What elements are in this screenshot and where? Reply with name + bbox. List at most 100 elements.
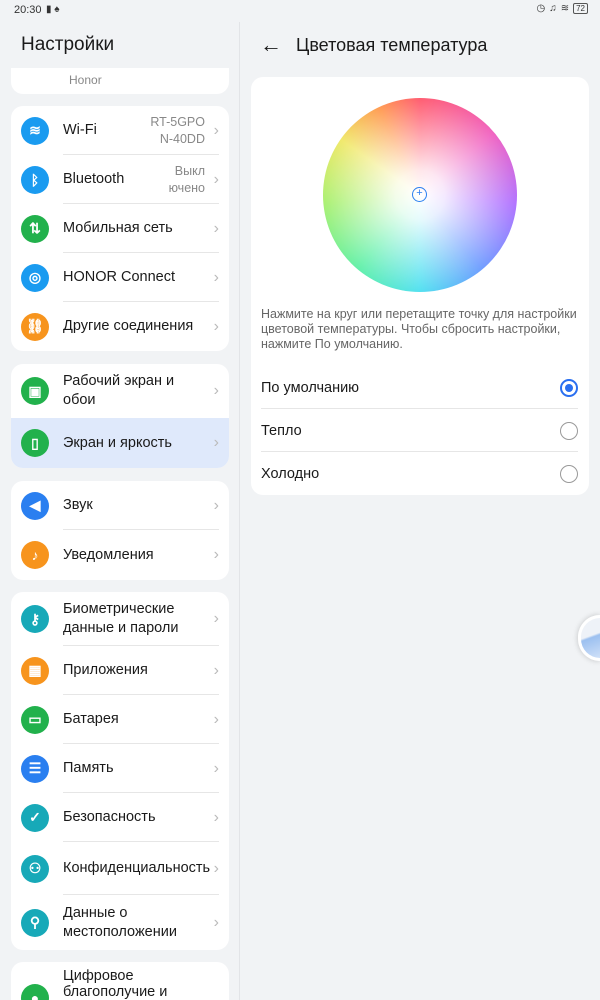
sidebar-item-label: Конфиденциальность — [63, 860, 211, 876]
sidebar-item-apps[interactable]: ▦ Приложения › — [11, 646, 229, 695]
option-1[interactable]: Тепло — [261, 409, 578, 452]
data-saver-icon: ◷ — [536, 3, 546, 14]
chevron-right-icon: › — [213, 661, 219, 679]
floating-assistant-button[interactable] — [578, 615, 600, 661]
wifi-icon: ≋ — [560, 3, 570, 14]
privacy-icon: ⚇ — [21, 854, 49, 883]
chevron-right-icon: › — [213, 808, 219, 826]
settings-group: ▣ Рабочий экран и обои › ▯ Экран и яркость › — [11, 364, 229, 468]
sidebar-item-label: Уведомления — [63, 546, 154, 563]
sidebar-item-label: Данные о местоположении — [63, 904, 177, 940]
sidebar-item-biometrics[interactable]: ⚷ Биометрические данные и пароли › — [11, 592, 229, 646]
color-picker-handle[interactable]: + — [412, 187, 427, 202]
sidebar-item-label: HONOR Connect — [63, 269, 176, 285]
sidebar-item-wifi[interactable]: ≋ Wi-Fi RT-5GPO N-40DD › — [11, 106, 229, 155]
shield-icon: ✓ — [21, 803, 49, 832]
color-wheel[interactable]: + — [323, 98, 517, 292]
mobile-network-icon: ⇅ — [21, 214, 49, 243]
chevron-right-icon: › — [213, 546, 219, 563]
chevron-right-icon: › — [213, 434, 219, 451]
radio-button[interactable] — [560, 464, 578, 483]
clipped-card: Honor — [11, 68, 229, 94]
system-icons: ◷ ♫ ≋ 72 — [536, 3, 588, 14]
sidebar-item-mobile[interactable]: ⇅ Мобильная сеть › — [11, 204, 229, 253]
speaker-icon: ◀ — [21, 491, 49, 520]
sidebar-item-label: Звук — [63, 497, 93, 513]
key-icon: ⚷ — [21, 605, 49, 633]
color-temperature-card: + Нажмите на круг или перетащите точку д… — [251, 77, 589, 495]
mute-icon: ♫ — [549, 3, 557, 14]
back-arrow-icon[interactable]: ← — [260, 32, 282, 58]
storage-icon: ☰ — [21, 754, 49, 783]
radio-button[interactable] — [560, 378, 578, 397]
chevron-right-icon: › — [213, 121, 219, 139]
settings-group: ≋ Wi-Fi RT-5GPO N-40DD › ᛒ Bluetooth Выкл ючен… — [11, 106, 229, 351]
chevron-right-icon: › — [213, 219, 219, 237]
chevron-right-icon: › — [213, 170, 219, 188]
radio-button[interactable] — [560, 421, 578, 440]
chevron-right-icon: › — [213, 496, 219, 514]
notification-icons: ▮ ♠ — [46, 4, 60, 15]
option-0[interactable]: По умолчанию — [261, 366, 578, 409]
status-bar: 20:30 ▮ ♠ ◷ ♫ ≋ 72 — [0, 0, 600, 20]
pane-divider — [239, 22, 240, 1000]
sidebar-item-label: Экран и яркость — [63, 434, 172, 451]
honor-connect-icon: ◎ — [21, 263, 49, 292]
option-label: Тепло — [261, 422, 302, 439]
sidebar-item-privacy[interactable]: ⚇ Конфиденциальность › — [11, 842, 229, 895]
wellbeing-icon: ● — [21, 984, 49, 1000]
chevron-right-icon: › — [213, 759, 219, 777]
sidebar-item-label: Батарея — [63, 711, 119, 727]
sidebar-item-bluetooth[interactable]: ᛒ Bluetooth Выкл ючено › — [11, 155, 229, 204]
apps-icon: ▦ — [21, 656, 49, 685]
sidebar-item-value: RT-5GPO N-40DD — [150, 114, 205, 146]
sidebar-item-label: Мобильная сеть — [63, 220, 173, 236]
wifi-icon: ≋ — [21, 116, 49, 145]
bell-icon: ♪ — [21, 541, 49, 569]
sidebar-item-value: Выкл ючено — [168, 163, 205, 195]
sidebar-item-location[interactable]: ⚲ Данные о местоположении › — [11, 895, 229, 950]
chevron-right-icon: › — [213, 859, 219, 877]
page-title: Цветовая температура — [296, 35, 488, 55]
sidebar-item-storage[interactable]: ☰ Память › — [11, 744, 229, 793]
sidebar-item-notifications[interactable]: ♪ Уведомления › — [11, 530, 229, 580]
sidebar-item-home[interactable]: ▣ Рабочий экран и обои › — [11, 364, 229, 418]
sidebar-item-other[interactable]: ⛓ Другие соединения › — [11, 302, 229, 351]
sidebar-item-battery[interactable]: ▭ Батарея › — [11, 695, 229, 744]
sidebar-item-label: Безопасность — [63, 809, 156, 825]
settings-list[interactable]: Honor ≋ Wi-Fi RT-5GPO N-40DD › ᛒ Bluetooth Вык… — [0, 68, 239, 1000]
chevron-right-icon: › — [213, 382, 219, 399]
option-label: По умолчанию — [261, 379, 360, 396]
battery-icon: 72 — [573, 3, 588, 14]
chevron-right-icon: › — [213, 317, 219, 335]
location-icon: ⚲ — [21, 908, 49, 937]
display-icon: ▯ — [21, 429, 49, 457]
sidebar-item-label: Биометрические данные и пароли — [63, 601, 179, 636]
sidebar-item-label: Цифровое благополучие и — [63, 968, 168, 1000]
sidebar-item-security[interactable]: ✓ Безопасность › — [11, 793, 229, 842]
chevron-right-icon: › — [213, 268, 219, 286]
sidebar-item-display[interactable]: ▯ Экран и яркость › — [11, 418, 229, 468]
chevron-right-icon: › — [213, 710, 219, 728]
sidebar-item-honor-connect[interactable]: ◎ HONOR Connect › — [11, 253, 229, 302]
settings-group: ● Цифровое благополучие и — [11, 962, 229, 1000]
sidebar-item-label: Другие соединения — [63, 318, 194, 334]
clipped-text: Honor — [69, 73, 102, 87]
chevron-right-icon: › — [213, 610, 219, 627]
settings-group: ◀ Звук › ♪ Уведомления › — [11, 481, 229, 580]
chevron-right-icon: › — [213, 913, 219, 931]
sidebar-item-label: Рабочий экран и обои — [63, 373, 175, 408]
hint-text: Нажмите на круг или перетащите точку для… — [261, 307, 577, 351]
option-label: Холодно — [261, 465, 320, 482]
sidebar-item-label: Приложения — [63, 662, 148, 678]
option-2[interactable]: Холодно — [261, 452, 578, 495]
battery-icon: ▭ — [21, 705, 49, 734]
sidebar-item-sound[interactable]: ◀ Звук › — [11, 481, 229, 530]
wallpaper-icon: ▣ — [21, 377, 49, 405]
settings-title: Настройки — [21, 34, 115, 55]
sidebar-item-digital[interactable]: ● Цифровое благополучие и — [11, 962, 229, 1000]
sidebar-item-label: Память — [63, 760, 114, 776]
bluetooth-icon: ᛒ — [21, 165, 49, 194]
clock: 20:30 — [14, 4, 42, 16]
settings-group: ⚷ Биометрические данные и пароли › ▦ Приложе… — [11, 592, 229, 950]
